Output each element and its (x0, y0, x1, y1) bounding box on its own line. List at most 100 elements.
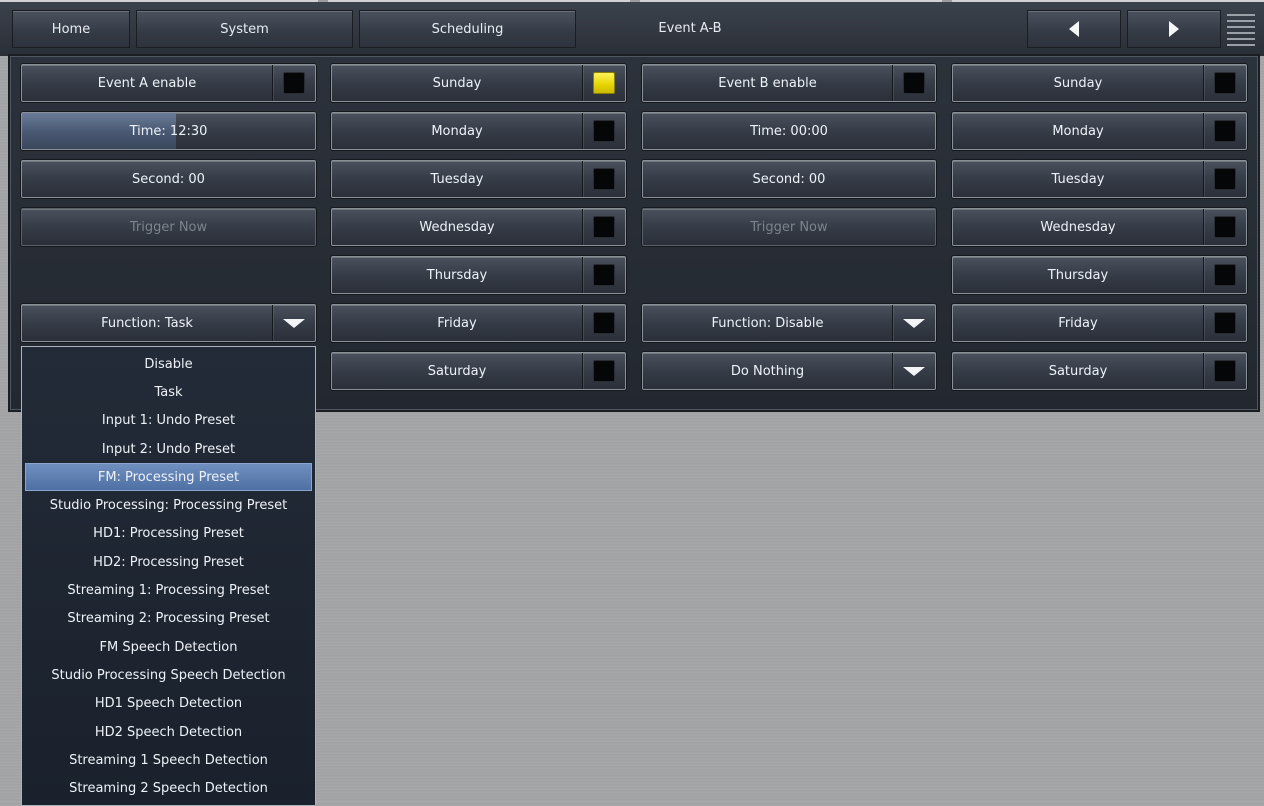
event-b-day-wednesday[interactable]: Wednesday (952, 208, 1247, 246)
dropdown-option[interactable]: Studio Processing: Processing Preset (25, 491, 312, 519)
day-checkbox[interactable] (593, 168, 615, 190)
event-b-time-slider[interactable]: Time: 00:00 (642, 112, 936, 150)
dropdown-option[interactable]: Streaming 1: Processing Preset (25, 576, 312, 604)
event-a-time-label: Time: 12:30 (129, 123, 208, 139)
chevron-down-icon (903, 318, 925, 328)
triangle-right-icon (1169, 21, 1179, 37)
page-title: Event A-B (658, 20, 722, 36)
event-b-second-control[interactable]: Second: 00 (642, 160, 936, 198)
day-label: Monday (431, 123, 483, 139)
home-button[interactable]: Home (12, 10, 130, 48)
event-b-enable-checkbox[interactable] (903, 72, 925, 94)
day-checkbox[interactable] (1214, 216, 1236, 238)
day-checkbox[interactable] (1214, 312, 1236, 334)
chevron-down-icon (903, 366, 925, 376)
event-b-time-label: Time: 00:00 (750, 123, 828, 139)
top-nav-bar: Home System Scheduling Event A-B (0, 0, 1264, 56)
event-a-function-label: Function: Task (101, 315, 193, 331)
dropdown-option[interactable]: HD2 Speech Detection (25, 718, 312, 746)
event-b-function-label: Function: Disable (711, 315, 824, 331)
event-b-day-friday[interactable]: Friday (952, 304, 1247, 342)
day-label: Thursday (426, 267, 488, 283)
dropdown-option[interactable]: Disable (25, 350, 312, 378)
event-b-function-select[interactable]: Function: Disable (642, 304, 936, 342)
day-label: Saturday (427, 363, 487, 379)
day-checkbox[interactable] (593, 312, 615, 334)
menu-icon[interactable] (1227, 14, 1255, 46)
day-checkbox[interactable] (1214, 120, 1236, 142)
day-checkbox[interactable] (593, 216, 615, 238)
event-a-time-slider[interactable]: Time: 12:30 (21, 112, 316, 150)
day-checkbox[interactable] (1214, 360, 1236, 382)
day-label: Saturday (1048, 363, 1108, 379)
day-checkbox[interactable] (1214, 168, 1236, 190)
event-b-enable-label: Event B enable (718, 75, 817, 91)
top-edge-strip (640, 0, 942, 2)
scheduling-button[interactable]: Scheduling (359, 10, 576, 48)
event-a-enable-label: Event A enable (97, 75, 197, 91)
day-label: Wednesday (1040, 219, 1116, 235)
event-a-second-control[interactable]: Second: 00 (21, 160, 316, 198)
event-a-day-sunday[interactable]: Sunday (331, 64, 626, 102)
day-checkbox[interactable] (593, 72, 615, 94)
event-a-enable-toggle[interactable]: Event A enable (21, 64, 316, 102)
system-button-label: System (220, 21, 269, 37)
day-label: Tuesday (1051, 171, 1105, 187)
top-edge-strip (0, 0, 318, 2)
dropdown-option-selected[interactable]: FM: Processing Preset (25, 463, 312, 492)
day-checkbox[interactable] (1214, 264, 1236, 286)
dropdown-option[interactable]: Streaming 1 Speech Detection (25, 746, 312, 774)
next-page-button[interactable] (1127, 10, 1221, 48)
event-a-day-tuesday[interactable]: Tuesday (331, 160, 626, 198)
dropdown-option[interactable]: Studio Processing Speech Detection (25, 661, 312, 689)
event-a-day-friday[interactable]: Friday (331, 304, 626, 342)
day-checkbox[interactable] (1214, 72, 1236, 94)
event-a-day-wednesday[interactable]: Wednesday (331, 208, 626, 246)
previous-page-button[interactable] (1027, 10, 1121, 48)
home-button-label: Home (51, 21, 91, 37)
scheduling-button-label: Scheduling (431, 21, 504, 37)
dropdown-option[interactable]: Streaming 2 Speech Detection (25, 774, 312, 802)
event-b-action-select[interactable]: Do Nothing (642, 352, 936, 390)
event-b-day-tuesday[interactable]: Tuesday (952, 160, 1247, 198)
event-a-day-thursday[interactable]: Thursday (331, 256, 626, 294)
dropdown-option[interactable]: FM Speech Detection (25, 633, 312, 661)
top-edge-strip (328, 0, 630, 2)
dropdown-option[interactable]: Input 1: Undo Preset (25, 407, 312, 435)
chevron-down-icon (283, 318, 305, 328)
system-button[interactable]: System (136, 10, 353, 48)
day-checkbox[interactable] (593, 120, 615, 142)
day-checkbox[interactable] (593, 264, 615, 286)
event-b-day-monday[interactable]: Monday (952, 112, 1247, 150)
dropdown-option[interactable]: Streaming 2: Processing Preset (25, 605, 312, 633)
day-checkbox[interactable] (593, 360, 615, 382)
day-label: Tuesday (430, 171, 484, 187)
day-label: Wednesday (419, 219, 495, 235)
event-b-trigger-now-button[interactable]: Trigger Now (642, 208, 936, 246)
day-label: Thursday (1047, 267, 1109, 283)
event-a-second-label: Second: 00 (132, 171, 205, 187)
top-edge-strip (952, 0, 1264, 2)
dropdown-option[interactable]: HD1: Processing Preset (25, 520, 312, 548)
day-label: Sunday (1053, 75, 1103, 91)
event-b-day-saturday[interactable]: Saturday (952, 352, 1247, 390)
event-b-day-thursday[interactable]: Thursday (952, 256, 1247, 294)
function-dropdown-list: Disable Task Input 1: Undo Preset Input … (21, 346, 316, 806)
dropdown-option[interactable]: Task (25, 378, 312, 406)
event-b-day-sunday[interactable]: Sunday (952, 64, 1247, 102)
event-b-trigger-now-label: Trigger Now (750, 219, 828, 235)
dropdown-option[interactable]: HD2: Processing Preset (25, 548, 312, 576)
triangle-left-icon (1069, 21, 1079, 37)
event-b-enable-toggle[interactable]: Event B enable (642, 64, 936, 102)
dropdown-option[interactable]: Input 2: Undo Preset (25, 435, 312, 463)
day-label: Monday (1052, 123, 1104, 139)
event-b-action-label: Do Nothing (730, 363, 805, 379)
event-a-day-monday[interactable]: Monday (331, 112, 626, 150)
dropdown-option[interactable]: HD1 Speech Detection (25, 690, 312, 718)
event-a-trigger-now-button[interactable]: Trigger Now (21, 208, 316, 246)
event-a-day-saturday[interactable]: Saturday (331, 352, 626, 390)
event-a-function-select[interactable]: Function: Task (21, 304, 316, 342)
event-b-second-label: Second: 00 (752, 171, 826, 187)
event-a-enable-checkbox[interactable] (283, 72, 305, 94)
day-label: Friday (1058, 315, 1098, 331)
